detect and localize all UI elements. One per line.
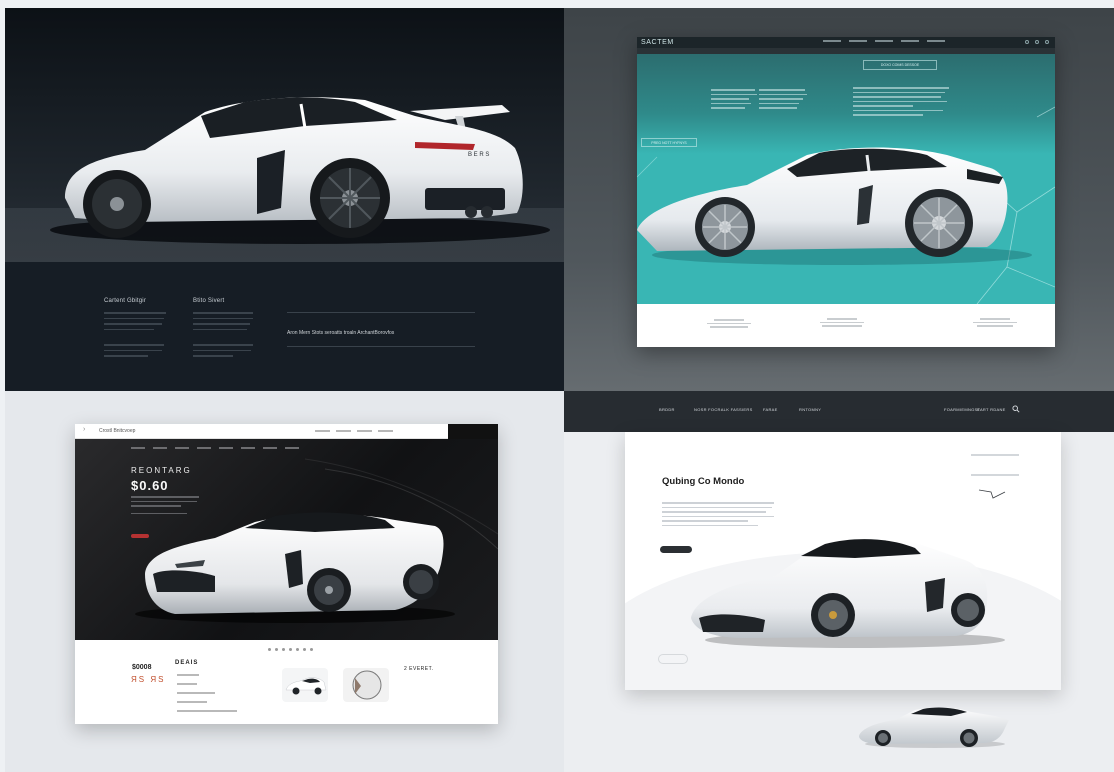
- car-thumbnail-image: [285, 677, 327, 695]
- deals-title: DEAIS: [175, 660, 199, 666]
- nav-link[interactable]: FARAE: [763, 407, 778, 412]
- hero-car-image: B E R S: [50, 97, 550, 244]
- search-icon[interactable]: [1012, 405, 1020, 413]
- hero-car-image: [135, 512, 455, 623]
- light-website-mockup: Qubing Co Mondo: [625, 432, 1061, 690]
- info-column-1: Cartent Gbitgir: [104, 298, 166, 361]
- carousel-dot[interactable]: [268, 648, 271, 651]
- text-line: [104, 355, 148, 357]
- text-line: [193, 312, 253, 314]
- deal-line: [177, 710, 237, 712]
- deal-line: [177, 701, 207, 703]
- text-line: [193, 317, 253, 319]
- feature-column: [965, 316, 1025, 329]
- slider-control[interactable]: [658, 654, 688, 664]
- signature-mark: ЯS ЯS: [131, 675, 166, 684]
- text-line: [193, 349, 251, 351]
- divider: [287, 346, 475, 347]
- feature-column: [812, 316, 872, 329]
- divider: [287, 312, 475, 313]
- deal-line: [177, 683, 197, 685]
- gallery-thumbnail-image: [352, 670, 382, 700]
- car-showcase-dark: B E R S Cartent Gbitgir Btito Sivert Aro…: [5, 8, 564, 391]
- info-column-2: Btito Sivert: [193, 298, 253, 361]
- nav-link[interactable]: BRDDR: [659, 407, 675, 412]
- collage-canvas: B E R S Cartent Gbitgir Btito Sivert Aro…: [0, 0, 1114, 772]
- carousel-dot[interactable]: [296, 648, 299, 651]
- text-line: [104, 344, 164, 346]
- nav-link[interactable]: FOARMIEMNGST: [944, 407, 980, 412]
- carousel-dots: [268, 648, 313, 651]
- column-title: Cartent Gbitgir: [104, 298, 147, 304]
- price-label: $0008: [132, 664, 152, 671]
- nav-link[interactable]: RNTOMNY: [799, 407, 821, 412]
- text-line: [193, 323, 250, 325]
- carousel-dot[interactable]: [275, 648, 278, 651]
- text-line: [104, 349, 162, 351]
- top-nav-bar: BRDDR NOSR FOCRALK FASSIERS FARAE RNTOMN…: [564, 391, 1114, 432]
- teal-website-mockup: SACTEM DOXO COIMS DESSOE PREG NOTT HYFNY…: [637, 37, 1055, 347]
- text-line: [104, 328, 154, 330]
- text-line: [193, 355, 233, 357]
- carousel-dot[interactable]: [289, 648, 292, 651]
- deal-line: [177, 674, 199, 676]
- small-car-image: [859, 707, 1009, 748]
- car-thumbnail[interactable]: [282, 668, 328, 702]
- hero-section: B E R S: [5, 8, 564, 262]
- text-line: [104, 312, 166, 314]
- info-section: [5, 262, 564, 391]
- hero-car-image: [691, 489, 1006, 648]
- hero-car-image: [637, 147, 1032, 265]
- section-title: 2 EVERET.: [404, 666, 434, 672]
- dark-hero-website-mockup: › Crostl Bnitcvoep REONTARG $0.60 $0008 …: [75, 424, 498, 724]
- carousel-dot[interactable]: [303, 648, 306, 651]
- pull-quote: Aron Mern Stots seroatts troaln ArchantB…: [287, 330, 395, 336]
- gallery-thumbnail[interactable]: [343, 668, 389, 702]
- text-line: [193, 344, 253, 346]
- carousel-dot[interactable]: [282, 648, 285, 651]
- nav-link[interactable]: EART RDANE: [977, 407, 1006, 412]
- carousel-dot[interactable]: [310, 648, 313, 651]
- nav-link[interactable]: NOSR FOCRALK FASSIERS: [694, 407, 753, 412]
- deal-line: [177, 692, 215, 694]
- text-line: [104, 317, 164, 319]
- text-line: [193, 328, 247, 330]
- svg-text:B E R S: B E R S: [468, 152, 489, 158]
- column-title: Btito Sivert: [193, 298, 225, 304]
- text-line: [104, 323, 162, 325]
- feature-column: [699, 316, 759, 330]
